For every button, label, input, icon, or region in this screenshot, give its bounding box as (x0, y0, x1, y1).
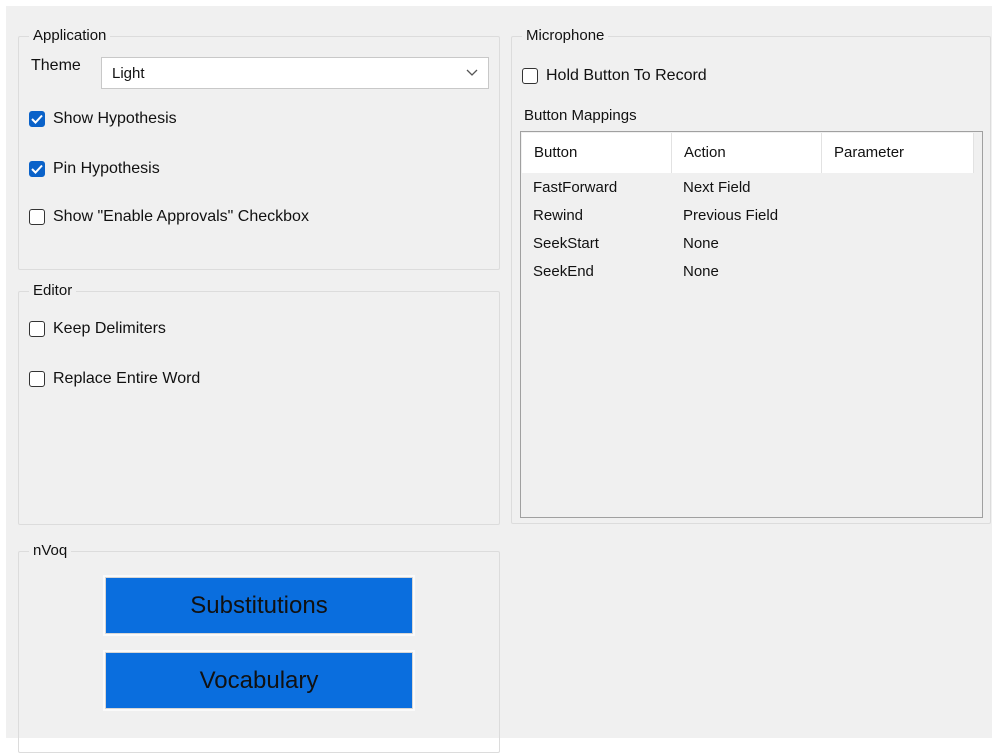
show-approvals-checkbox[interactable] (29, 209, 45, 225)
cell-parameter (833, 202, 983, 230)
hold-to-record-checkbox[interactable] (522, 68, 538, 84)
cell-button: Rewind (533, 207, 584, 224)
hold-to-record-row[interactable]: Hold Button To Record (522, 67, 707, 85)
theme-label: Theme (31, 57, 81, 74)
show-approvals-label: Show "Enable Approvals" Checkbox (53, 208, 309, 225)
hold-to-record-label: Hold Button To Record (546, 67, 707, 84)
button-mappings-label: Button Mappings (524, 107, 637, 124)
pin-hypothesis-checkbox[interactable] (29, 161, 45, 177)
cell-button: FastForward (533, 179, 618, 196)
cell-button: SeekStart (533, 235, 599, 252)
column-header-button[interactable]: Button (522, 133, 672, 173)
editor-group: Editor Keep Delimiters Replace Entire Wo… (18, 282, 500, 525)
pin-hypothesis-label: Pin Hypothesis (53, 160, 160, 177)
microphone-legend: Microphone (522, 27, 609, 45)
replace-entire-word-checkbox[interactable] (29, 371, 45, 387)
cell-parameter (833, 174, 983, 202)
keep-delimiters-row[interactable]: Keep Delimiters (29, 320, 166, 338)
microphone-group: Microphone Hold Button To Record Button … (511, 27, 991, 524)
table-row[interactable]: SeekEnd None (533, 258, 983, 286)
cell-parameter (833, 258, 983, 286)
pin-hypothesis-row[interactable]: Pin Hypothesis (29, 160, 160, 178)
show-hypothesis-row[interactable]: Show Hypothesis (29, 110, 177, 128)
show-hypothesis-label: Show Hypothesis (53, 110, 177, 127)
table-row[interactable]: Rewind Previous Field (533, 202, 983, 230)
keep-delimiters-label: Keep Delimiters (53, 320, 166, 337)
editor-legend: Editor (29, 282, 77, 300)
application-group: Application Theme Light Show Hypothesis … (18, 27, 500, 270)
checkmark-icon (31, 164, 43, 174)
button-mappings-grid[interactable]: Button Action Parameter FastForward Next… (520, 131, 983, 518)
column-header-action[interactable]: Action (672, 133, 822, 173)
cell-button: SeekEnd (533, 263, 594, 280)
application-legend: Application (29, 27, 111, 45)
nvoq-legend: nVoq (29, 542, 72, 560)
theme-row: Theme (31, 57, 81, 75)
replace-entire-word-row[interactable]: Replace Entire Word (29, 370, 200, 388)
grid-header: Button Action Parameter (522, 133, 974, 173)
cell-action: Next Field (683, 179, 751, 196)
settings-panel: Application Theme Light Show Hypothesis … (6, 6, 992, 753)
cell-action: Previous Field (683, 207, 779, 224)
checkmark-icon (31, 114, 43, 124)
column-header-parameter[interactable]: Parameter (822, 133, 974, 173)
show-approvals-row[interactable]: Show "Enable Approvals" Checkbox (29, 208, 309, 226)
substitutions-button[interactable]: Substitutions (105, 577, 413, 634)
cell-action: None (683, 263, 719, 280)
vocabulary-button[interactable]: Vocabulary (105, 652, 413, 709)
cell-parameter (833, 230, 983, 258)
table-row[interactable]: SeekStart None (533, 230, 983, 258)
chevron-down-icon (466, 64, 478, 82)
cell-action: None (683, 235, 719, 252)
nvoq-group: nVoq Substitutions Vocabulary (18, 542, 500, 753)
theme-select[interactable]: Light (101, 57, 489, 89)
show-hypothesis-checkbox[interactable] (29, 111, 45, 127)
table-row[interactable]: FastForward Next Field (533, 174, 983, 202)
replace-entire-word-label: Replace Entire Word (53, 370, 201, 387)
keep-delimiters-checkbox[interactable] (29, 321, 45, 337)
theme-value: Light (112, 64, 145, 82)
